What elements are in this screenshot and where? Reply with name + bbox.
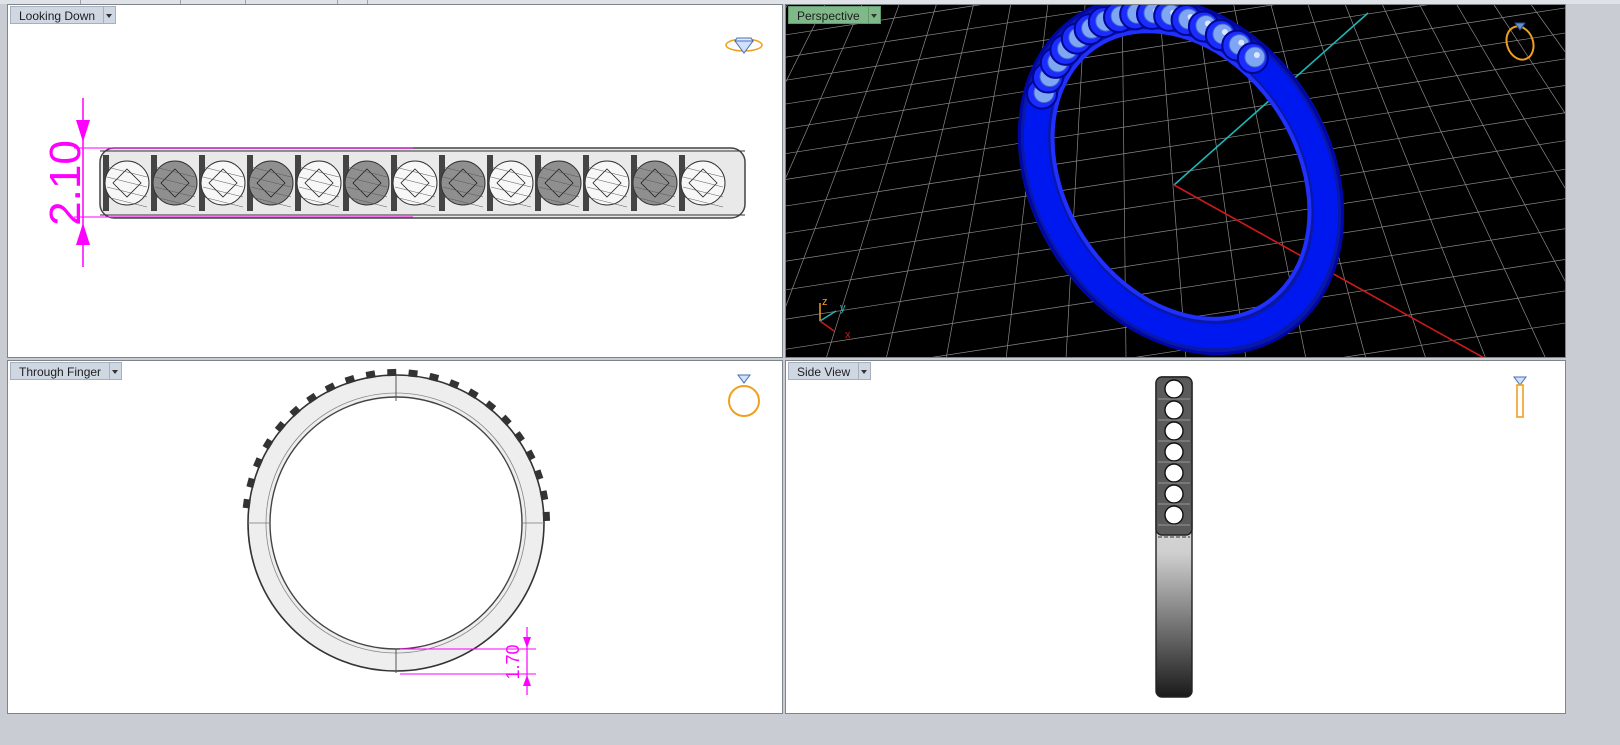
ring-front-icon (728, 374, 760, 417)
axis-y-label: y (840, 302, 846, 314)
through-finger-drawing: 1.70 (242, 368, 760, 695)
viewport-label-perspective[interactable]: Perspective (788, 6, 881, 24)
prong (242, 498, 251, 509)
viewport-through-finger[interactable]: Through Finger 1.70 (7, 360, 783, 714)
construction-grid (786, 5, 1565, 357)
viewport-menu-dropdown[interactable] (867, 6, 881, 24)
looking-down-drawing: 2.10 (41, 37, 763, 267)
axis-gizmo: z y x (819, 296, 851, 341)
diamond-icon (725, 37, 763, 54)
axis-z-label: z (822, 296, 828, 308)
viewport-label-looking-down[interactable]: Looking Down (10, 6, 117, 24)
prong (387, 368, 397, 377)
viewport-title: Side View (788, 362, 859, 380)
perspective-drawing: z y x (786, 5, 1565, 357)
axis-x-label: x (845, 329, 851, 341)
ring-front-view (247, 374, 545, 673)
prong (542, 511, 551, 522)
ring-icon (1505, 22, 1535, 61)
viewport-menu-dropdown[interactable] (103, 6, 117, 24)
prong (408, 369, 418, 378)
dimension-label: 2.10 (41, 140, 90, 226)
viewport-side-view[interactable]: Side View (785, 360, 1566, 714)
viewport-label-through-finger[interactable]: Through Finger (10, 362, 123, 380)
viewport-title: Looking Down (10, 6, 104, 24)
side-view-drawing (1155, 376, 1527, 698)
stone (1236, 42, 1269, 75)
viewport-looking-down[interactable]: Looking Down 2.10 (7, 4, 783, 358)
ring-model (1017, 5, 1345, 356)
viewport-menu-dropdown[interactable] (109, 362, 123, 380)
viewport-label-side-view[interactable]: Side View (788, 362, 872, 380)
viewport-menu-dropdown[interactable] (858, 362, 872, 380)
viewport-perspective[interactable]: Perspective z y x (785, 4, 1566, 358)
dimension-label: 1.70 (503, 644, 523, 679)
viewport-title: Perspective (788, 6, 868, 24)
ring-side-icon (1513, 376, 1527, 418)
viewport-title: Through Finger (10, 362, 110, 380)
